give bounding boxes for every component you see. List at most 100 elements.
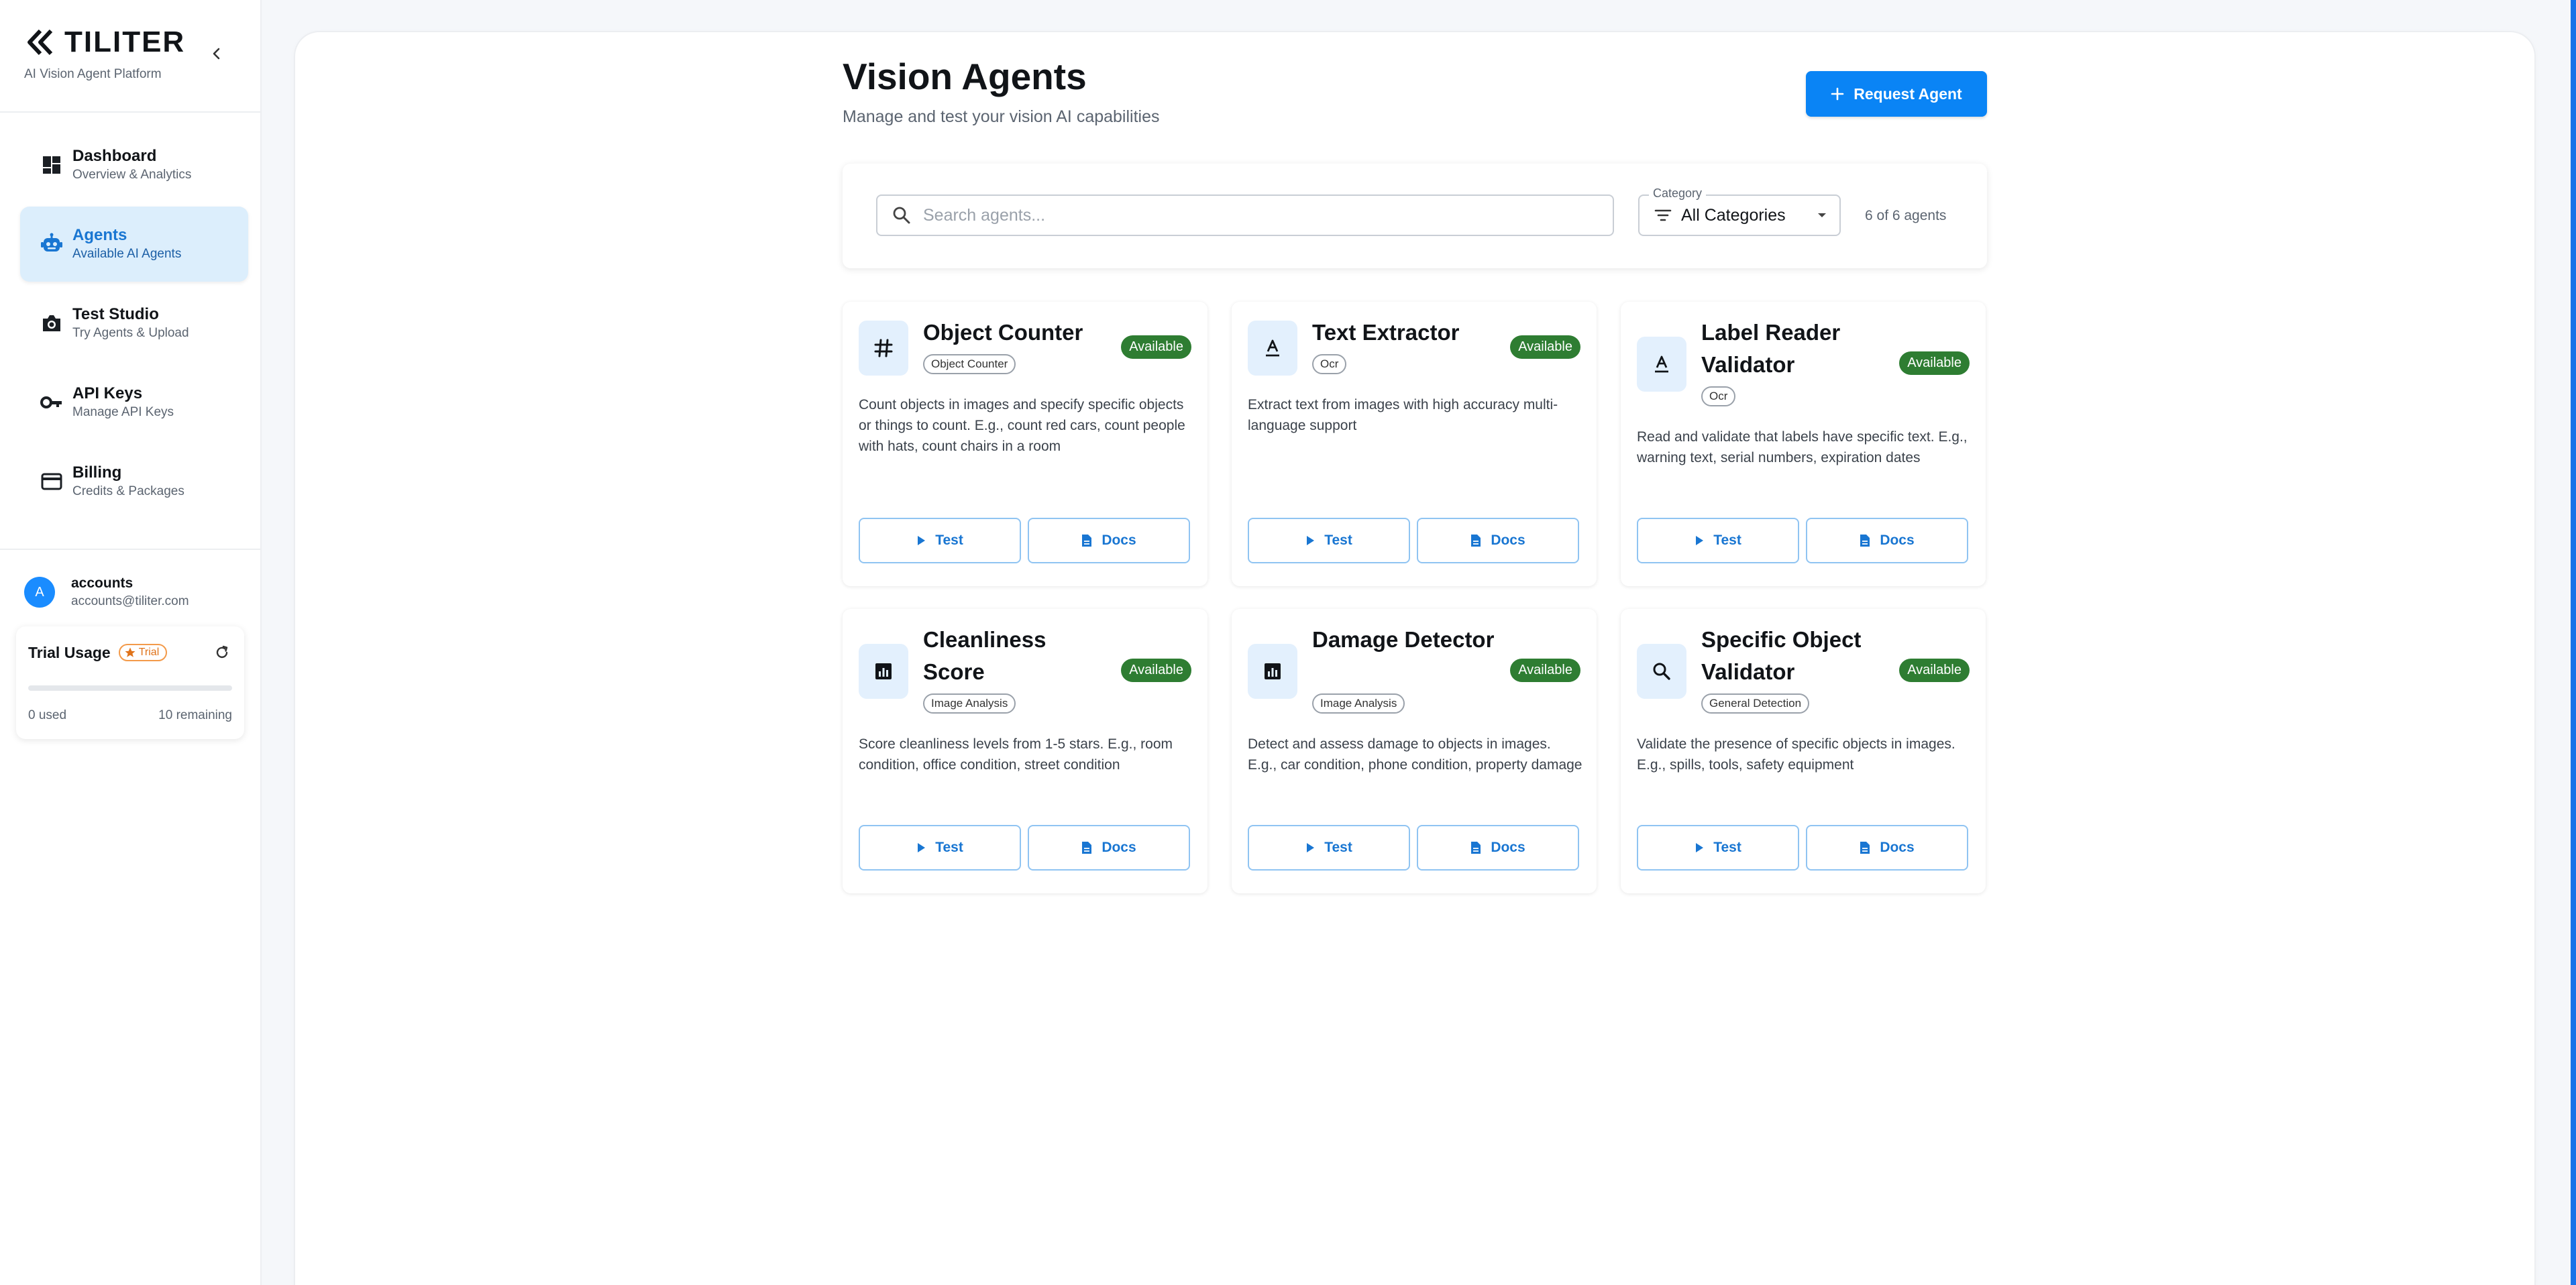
caret-down-icon — [1818, 213, 1826, 217]
sidebar-divider — [0, 549, 260, 550]
agent-category-tag: Image Analysis — [923, 693, 1016, 714]
status-badge: Available — [1899, 659, 1970, 682]
refresh-usage-button[interactable] — [212, 642, 232, 663]
agent-category-tag: Object Counter — [923, 354, 1016, 374]
category-select[interactable]: Category All Categories — [1638, 186, 1841, 236]
agent-title: Specific Object Validator — [1701, 627, 1862, 684]
sidebar-item-title: Test Studio — [72, 305, 159, 323]
trial-usage-progress — [28, 685, 232, 691]
category-label: Category — [1649, 186, 1707, 201]
star-icon — [125, 647, 136, 657]
text-format-icon — [1655, 355, 1668, 373]
sidebar-item-title: Dashboard — [72, 147, 157, 165]
category-value: All Categories — [1681, 205, 1786, 225]
search-box[interactable] — [876, 194, 1614, 236]
sidebar-item-billing[interactable]: Billing Credits & Packages — [20, 444, 248, 519]
agent-description: Extract text from images with high accur… — [1248, 397, 1558, 433]
main-content: Vision Agents Manage and test your visio… — [295, 32, 2534, 1285]
docs-button[interactable]: Docs — [1806, 825, 1968, 871]
brand-name: TILITER — [64, 25, 186, 58]
docs-button[interactable]: Docs — [1028, 825, 1190, 871]
sidebar-item-title: Billing — [72, 463, 122, 482]
test-button-label: Test — [1324, 533, 1352, 548]
agent-card-text-extractor: Text Extractor Available Ocr Extract tex… — [1232, 302, 1597, 586]
agent-title: Cleanliness Score — [923, 627, 1046, 684]
document-icon — [1471, 535, 1481, 547]
sidebar-item-dashboard[interactable]: Dashboard Overview & Analytics — [20, 127, 248, 203]
brand: TILITER AI Vision Agent Platform — [24, 25, 185, 82]
test-button[interactable]: Test — [1637, 825, 1799, 871]
docs-button[interactable]: Docs — [1028, 518, 1190, 563]
scrollbar[interactable] — [2571, 0, 2576, 1285]
text-format-icon — [1266, 339, 1279, 357]
request-agent-button[interactable]: Request Agent — [1806, 71, 1987, 117]
plus-icon — [1831, 87, 1844, 101]
agent-card-object-counter: Object Counter Available Object Counter … — [843, 302, 1208, 586]
test-button[interactable]: Test — [859, 825, 1021, 871]
dashboard-icon — [43, 156, 60, 174]
agent-description: Detect and assess damage to objects in i… — [1248, 736, 1582, 773]
trial-badge: Trial — [118, 644, 168, 661]
play-icon — [1696, 843, 1704, 852]
agent-count: 6 of 6 agents — [1865, 208, 1947, 223]
agent-description: Read and validate that labels have speci… — [1637, 429, 1968, 465]
agent-category-tag: Ocr — [1701, 386, 1736, 406]
status-badge: Available — [1510, 335, 1580, 359]
docs-button-label: Docs — [1102, 533, 1136, 548]
sidebar-item-test-studio[interactable]: Test Studio Try Agents & Upload — [20, 286, 248, 361]
agent-card-specific-object-validator: Specific Object Validator Available Gene… — [1621, 609, 1986, 893]
request-agent-label: Request Agent — [1854, 85, 1962, 103]
search-icon — [1653, 663, 1670, 680]
agent-card-cleanliness-score: Cleanliness Score Available Image Analys… — [843, 609, 1208, 893]
test-button[interactable]: Test — [859, 518, 1021, 563]
docs-button[interactable]: Docs — [1417, 825, 1579, 871]
sidebar-item-agents[interactable]: Agents Available AI Agents — [20, 207, 248, 282]
sidebar-item-subtitle: Overview & Analytics — [72, 168, 192, 182]
docs-button-label: Docs — [1491, 533, 1525, 548]
sidebar-item-api-keys[interactable]: API Keys Manage API Keys — [20, 365, 248, 440]
docs-button[interactable]: Docs — [1806, 518, 1968, 563]
trial-used-label: 0 used — [28, 708, 67, 722]
status-badge: Available — [1510, 659, 1580, 682]
docs-button-label: Docs — [1880, 533, 1915, 548]
agent-category-tag: Ocr — [1312, 354, 1347, 374]
chevron-left-icon — [213, 48, 220, 60]
search-icon — [893, 207, 910, 224]
docs-button[interactable]: Docs — [1417, 518, 1579, 563]
status-badge: Available — [1899, 351, 1970, 375]
play-icon — [1307, 843, 1315, 852]
status-badge: Available — [1121, 659, 1191, 682]
test-button[interactable]: Test — [1248, 825, 1410, 871]
play-icon — [1307, 536, 1315, 545]
agent-title: Text Extractor — [1312, 320, 1460, 345]
test-button[interactable]: Test — [1637, 518, 1799, 563]
brand-subtitle: AI Vision Agent Platform — [24, 67, 162, 81]
avatar: A — [24, 577, 55, 608]
page-subtitle: Manage and test your vision AI capabilit… — [843, 107, 1160, 126]
bar-chart-icon — [1265, 663, 1281, 679]
test-button-label: Test — [1324, 840, 1352, 855]
docs-button-label: Docs — [1880, 840, 1915, 855]
page-title: Vision Agents — [843, 56, 1087, 97]
test-button-label: Test — [935, 840, 963, 855]
test-button[interactable]: Test — [1248, 518, 1410, 563]
play-icon — [1696, 536, 1704, 545]
agent-category-tag: General Detection — [1701, 693, 1810, 714]
sidebar-item-subtitle: Manage API Keys — [72, 405, 174, 419]
filter-bar: Category All Categories 6 of 6 agents — [843, 164, 1987, 268]
agent-description: Validate the presence of specific object… — [1637, 736, 1955, 773]
user-profile[interactable]: A accounts accounts@tiliter.com — [24, 575, 189, 609]
status-badge: Available — [1121, 335, 1191, 359]
sidebar-item-subtitle: Available AI Agents — [72, 247, 182, 261]
robot-icon — [41, 233, 62, 252]
collapse-sidebar-button[interactable] — [205, 42, 229, 66]
key-icon — [40, 396, 62, 408]
docs-button-label: Docs — [1102, 840, 1136, 855]
agent-card-damage-detector: Damage Detector Available Image Analysis… — [1232, 609, 1597, 893]
sidebar-item-subtitle: Try Agents & Upload — [72, 326, 189, 340]
agent-description: Score cleanliness levels from 1-5 stars.… — [859, 736, 1173, 773]
search-input[interactable] — [922, 205, 1568, 226]
sidebar-item-title: API Keys — [72, 384, 143, 402]
refresh-icon — [216, 645, 228, 659]
sidebar: TILITER AI Vision Agent Platform Dashboa… — [0, 0, 262, 1285]
